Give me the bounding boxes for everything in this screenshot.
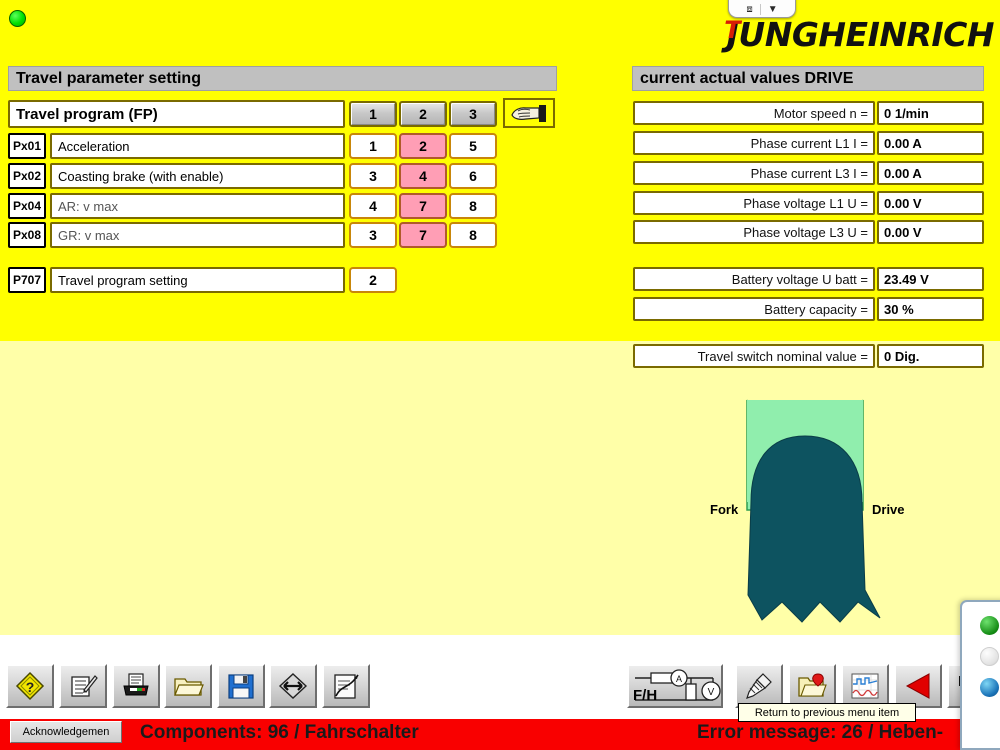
syringe-icon (743, 670, 775, 702)
floppy-disk-icon (225, 670, 257, 702)
open-button[interactable] (164, 664, 212, 708)
battery-label: Battery voltage U batt = (633, 267, 875, 291)
readout-label: Phase voltage L3 U = (633, 220, 875, 244)
param-value[interactable]: 4 (349, 193, 397, 219)
param-value[interactable]: 7 (399, 193, 447, 219)
row-code: Px08 (8, 222, 46, 248)
chevron-down-icon[interactable]: ▼ (768, 5, 778, 15)
param-value[interactable]: 8 (449, 193, 497, 219)
param-value[interactable]: 7 (399, 222, 447, 248)
help-button[interactable]: ? (6, 664, 54, 708)
oscilloscope-icon (849, 670, 881, 702)
setting-row-code: P707 (8, 267, 46, 293)
param-value[interactable]: 1 (349, 133, 397, 159)
battery-value: 23.49 V (877, 267, 984, 291)
taskbar-popup-panel[interactable] (960, 600, 1000, 750)
readout-label: Phase voltage L1 U = (633, 191, 875, 215)
battery-label: Battery capacity = (633, 297, 875, 321)
travel-switch-label: Travel switch nominal value = (633, 344, 875, 368)
column-header-3[interactable]: 3 (449, 101, 497, 127)
row-label[interactable]: Coasting brake (with enable) (50, 163, 345, 189)
green-circle-icon[interactable] (980, 616, 999, 635)
circuit-meter-icon: A V F/H (629, 666, 721, 706)
travel-program-field[interactable]: Travel program (FP) (8, 100, 345, 128)
transfer-button[interactable] (269, 664, 317, 708)
open-folder-icon (172, 670, 204, 702)
blue-globe-icon[interactable] (980, 678, 999, 697)
readout-value: 0.00 A (877, 161, 984, 185)
save-button[interactable] (217, 664, 265, 708)
param-value[interactable]: 5 (449, 133, 497, 159)
graphic-label-drive: Drive (872, 502, 905, 517)
readout-label: Phase current L3 I = (633, 161, 875, 185)
help-diamond-icon: ? (14, 670, 46, 702)
diamond-arrows-icon (277, 670, 309, 702)
column-header-1[interactable]: 1 (349, 101, 397, 127)
setting-row-label[interactable]: Travel program setting (50, 267, 345, 293)
tooltip: Return to previous menu item (738, 703, 916, 722)
svg-text:F/H: F/H (633, 687, 657, 704)
row-label[interactable]: Acceleration (50, 133, 345, 159)
setting-row-value[interactable]: 2 (349, 267, 397, 293)
diagnostic-button[interactable] (735, 664, 783, 708)
signed-document-icon (330, 670, 362, 702)
edit-document-icon (67, 670, 99, 702)
application-window: ⧈ ▼ T JUNGHEINRICH Travel parameter sett… (0, 0, 1000, 750)
green-status-led (9, 10, 26, 27)
param-value[interactable]: 8 (449, 222, 497, 248)
readout-value: 0.00 A (877, 131, 984, 155)
red-left-triangle-icon (902, 670, 934, 702)
param-value[interactable]: 4 (399, 163, 447, 189)
scope-button[interactable] (841, 664, 889, 708)
protocol-button[interactable] (322, 664, 370, 708)
printer-icon (120, 670, 152, 702)
svg-text:V: V (708, 687, 715, 698)
param-value[interactable]: 6 (449, 163, 497, 189)
back-button[interactable] (894, 664, 942, 708)
hand-glyph (506, 101, 552, 125)
print-button[interactable] (112, 664, 160, 708)
right-section-header: current actual values DRIVE (632, 66, 984, 91)
status-right-message: Error message: 26 / Heben- (697, 722, 943, 744)
logo-wordmark: JUNGHEINRICH (727, 18, 994, 51)
tab-divider (760, 4, 761, 15)
edit-document-button[interactable] (59, 664, 107, 708)
readout-value: 0 1/min (877, 101, 984, 125)
row-label[interactable]: GR: v max (50, 222, 345, 248)
left-section-header: Travel parameter setting (8, 66, 557, 91)
readout-label: Motor speed n = (633, 101, 875, 125)
readout-label: Phase current L1 I = (633, 131, 875, 155)
row-code: Px01 (8, 133, 46, 159)
battery-value: 30 % (877, 297, 984, 321)
row-code: Px02 (8, 163, 46, 189)
travel-switch-value: 0 Dig. (877, 344, 984, 368)
saved-data-button[interactable] (788, 664, 836, 708)
graphic-label-fork: Fork (710, 502, 738, 517)
row-label[interactable]: AR: v max (50, 193, 345, 219)
pointing-hand-icon[interactable] (503, 98, 555, 128)
param-value[interactable]: 2 (399, 133, 447, 159)
row-code: Px04 (8, 193, 46, 219)
svg-text:A: A (676, 674, 682, 684)
param-value[interactable]: 3 (349, 163, 397, 189)
status-left-message: Components: 96 / Fahrschalter (140, 722, 419, 744)
restore-icon[interactable]: ⧈ (746, 5, 752, 15)
folder-marker-icon (796, 670, 828, 702)
jungheinrich-logo: T JUNGHEINRICH (724, 16, 994, 52)
measurement-button[interactable]: A V F/H (627, 664, 723, 708)
acknowledge-button[interactable]: Acknowledgemen (10, 721, 122, 743)
gray-clock-icon[interactable] (980, 647, 999, 666)
readout-value: 0.00 V (877, 220, 984, 244)
column-header-2[interactable]: 2 (399, 101, 447, 127)
logo-trademark: T (724, 18, 740, 42)
svg-text:?: ? (26, 679, 35, 695)
readout-value: 0.00 V (877, 191, 984, 215)
param-value[interactable]: 3 (349, 222, 397, 248)
